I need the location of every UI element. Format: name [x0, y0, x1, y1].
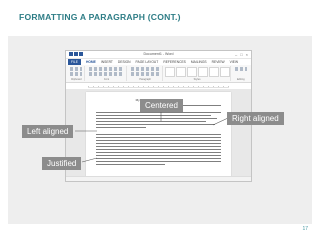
quick-access-toolbar[interactable]: [69, 52, 83, 56]
callout-justified: Justified: [42, 157, 82, 170]
status-bar: [66, 176, 251, 181]
window-title: Document1 - Word: [143, 52, 174, 56]
callout-left-aligned: Left aligned: [22, 125, 74, 138]
redo-icon[interactable]: [79, 52, 83, 56]
title-bar: Document1 - Word – □ ×: [66, 51, 251, 59]
close-icon[interactable]: ×: [246, 51, 248, 58]
ruler[interactable]: [88, 83, 229, 88]
word-window-screenshot: Document1 - Word – □ × FILE HOME INSERT …: [65, 50, 252, 182]
justified-paragraph: [96, 134, 221, 167]
window-controls: – □ ×: [235, 51, 248, 58]
ribbon: Clipboard Font Paragraph Styles Editing: [66, 65, 251, 83]
undo-icon[interactable]: [74, 52, 78, 56]
tab-review[interactable]: REVIEW: [212, 60, 225, 64]
tab-design[interactable]: DESIGN: [118, 60, 131, 64]
save-icon[interactable]: [69, 52, 73, 56]
left-aligned-paragraph: [96, 112, 221, 130]
tab-view[interactable]: VIEW: [230, 60, 238, 64]
tab-home[interactable]: HOME: [86, 60, 96, 64]
tab-references[interactable]: REFERENCES: [163, 60, 186, 64]
ribbon-group-paragraph[interactable]: Paragraph: [129, 66, 163, 81]
minimize-icon[interactable]: –: [235, 51, 237, 58]
ribbon-group-styles[interactable]: Styles: [164, 66, 231, 81]
ribbon-group-editing[interactable]: Editing: [233, 66, 249, 81]
callout-centered: Centered: [140, 99, 183, 112]
slide-title: FORMATTING A PARAGRAPH (CONT.): [19, 12, 181, 22]
tab-page-layout[interactable]: PAGE LAYOUT: [136, 60, 159, 64]
callout-right-aligned: Right aligned: [227, 112, 284, 125]
tab-insert[interactable]: INSERT: [101, 60, 113, 64]
maximize-icon[interactable]: □: [240, 51, 242, 58]
ribbon-group-clipboard[interactable]: Clipboard: [68, 66, 86, 81]
ribbon-group-font[interactable]: Font: [87, 66, 127, 81]
page-number: 17: [302, 226, 308, 232]
tab-mailings[interactable]: MAILINGS: [191, 60, 207, 64]
right-aligned-line: [181, 105, 221, 107]
tab-file[interactable]: FILE: [68, 59, 81, 65]
